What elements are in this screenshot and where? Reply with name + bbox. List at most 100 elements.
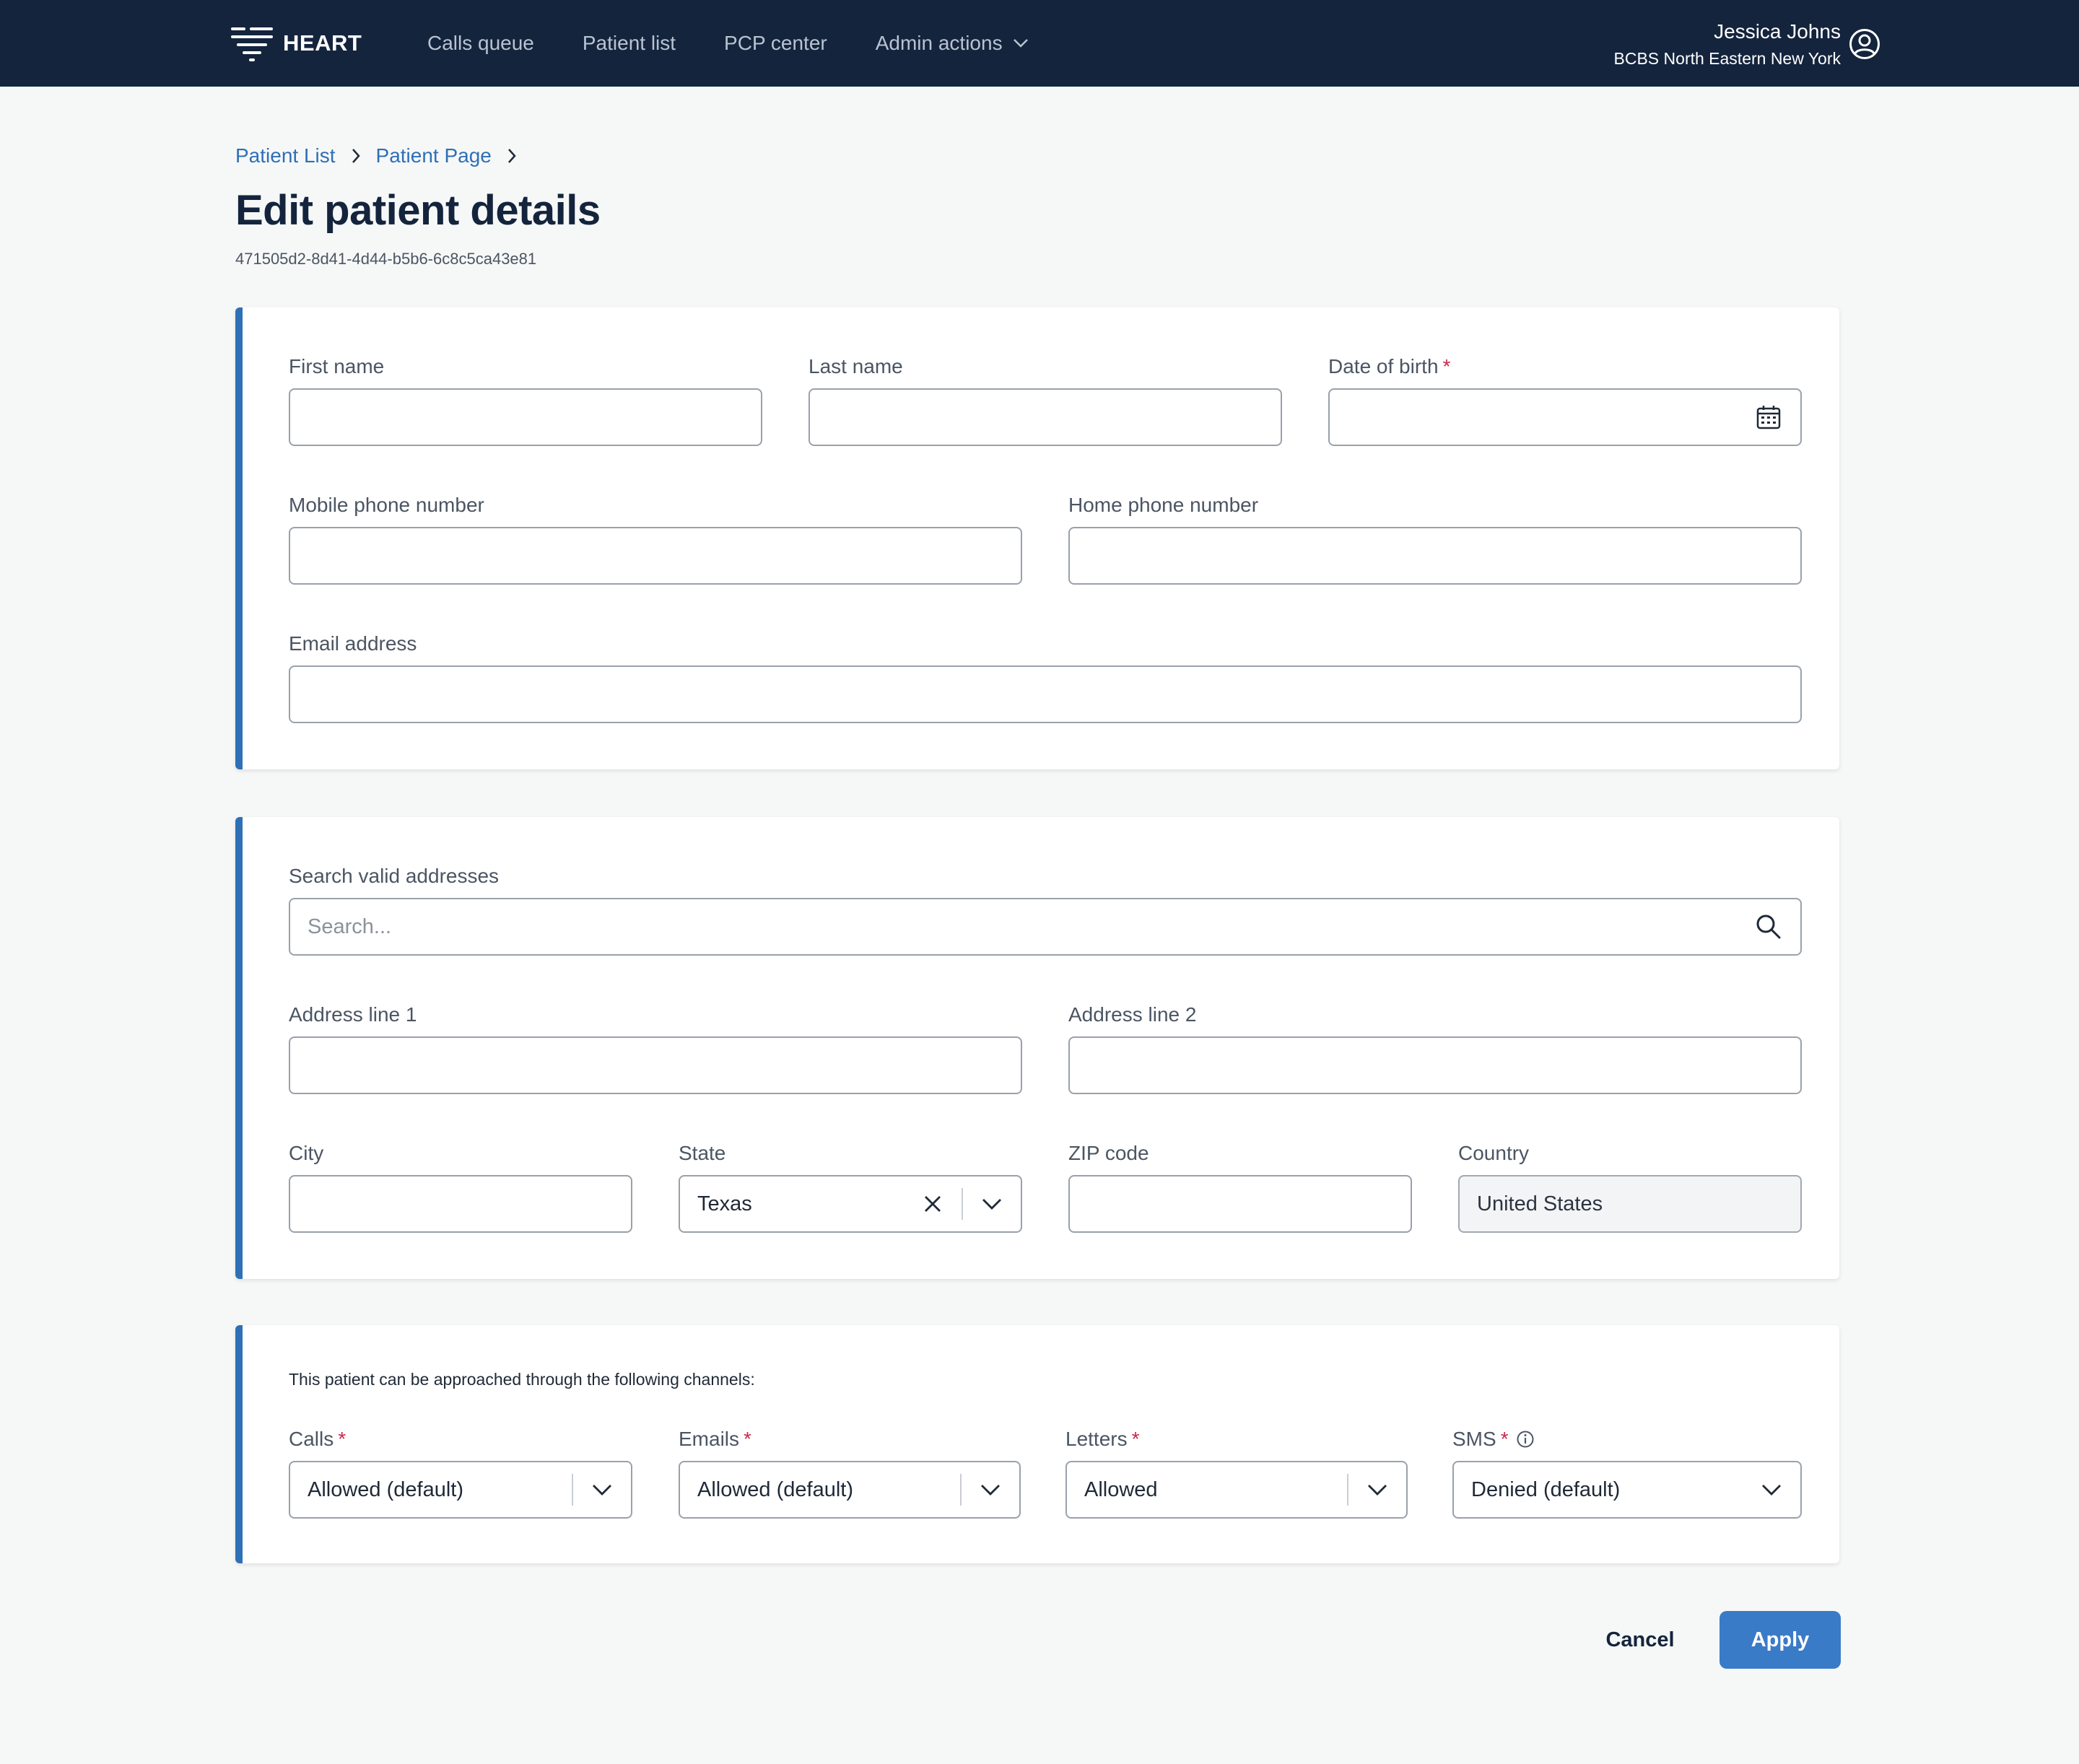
label-text: Emails xyxy=(679,1428,740,1450)
user-account-icon[interactable] xyxy=(1848,27,1881,61)
address-line2-label: Address line 2 xyxy=(1068,1003,1196,1026)
info-icon[interactable] xyxy=(1516,1430,1535,1449)
label-text: Email address xyxy=(289,632,417,655)
nav-label: PCP center xyxy=(724,32,827,54)
address-search-input[interactable] xyxy=(289,898,1802,956)
chevron-down-icon xyxy=(982,1199,1001,1210)
label-text: ZIP code xyxy=(1068,1142,1149,1164)
home-phone-label: Home phone number xyxy=(1068,494,1258,517)
user-info: Jessica Johns BCBS North Eastern New Yor… xyxy=(1614,19,1841,69)
nav-label: Calls queue xyxy=(427,32,534,54)
required-asterisk: * xyxy=(744,1428,751,1450)
date-of-birth-input[interactable] xyxy=(1328,388,1802,446)
label-text: Date of birth xyxy=(1328,355,1439,377)
mobile-phone-label: Mobile phone number xyxy=(289,494,484,517)
nav-label: Admin actions xyxy=(875,32,1003,54)
label-text: Calls xyxy=(289,1428,334,1450)
search-address-label: Search valid addresses xyxy=(289,865,499,888)
calendar-icon[interactable] xyxy=(1754,403,1783,432)
label-text: Letters xyxy=(1065,1428,1128,1450)
sms-value: Denied (default) xyxy=(1471,1477,1621,1501)
required-asterisk: * xyxy=(1500,1428,1509,1450)
breadcrumb-patient-page[interactable]: Patient Page xyxy=(376,144,492,167)
state-value: Texas xyxy=(697,1192,752,1215)
cancel-button[interactable]: Cancel xyxy=(1585,1611,1695,1669)
sms-dropdown-toggle[interactable] xyxy=(1743,1461,1800,1519)
label-text: State xyxy=(679,1142,726,1164)
email-label: Email address xyxy=(289,632,417,655)
calls-select[interactable]: Allowed (default) xyxy=(289,1461,632,1519)
label-text: Address line 2 xyxy=(1068,1003,1197,1026)
channels-description: This patient can be approached through t… xyxy=(289,1370,755,1389)
zip-input[interactable] xyxy=(1068,1175,1412,1233)
required-asterisk: * xyxy=(1442,355,1451,377)
chevron-down-icon xyxy=(1368,1485,1387,1496)
sms-label: SMS * xyxy=(1452,1428,1535,1451)
page-title: Edit patient details xyxy=(235,187,601,234)
chevron-down-icon xyxy=(981,1485,1000,1496)
emails-dropdown-toggle[interactable] xyxy=(962,1461,1019,1519)
user-organization: BCBS North Eastern New York xyxy=(1613,49,1841,68)
breadcrumb-patient-list[interactable]: Patient List xyxy=(235,144,336,167)
address-line1-label: Address line 1 xyxy=(289,1003,417,1026)
first-name-label: First name xyxy=(289,355,384,378)
nav-label: Patient list xyxy=(582,32,676,54)
letters-dropdown-toggle[interactable] xyxy=(1348,1461,1406,1519)
address-card: Search valid addresses Address line 1 Ad… xyxy=(235,817,1839,1279)
letters-value: Allowed xyxy=(1084,1477,1158,1501)
city-label: City xyxy=(289,1142,323,1165)
state-label: State xyxy=(679,1142,725,1165)
chevron-down-icon xyxy=(1013,39,1028,48)
sms-select[interactable]: Denied (default) xyxy=(1452,1461,1802,1519)
nav-item-calls-queue[interactable]: Calls queue xyxy=(427,32,534,55)
heart-logo-icon xyxy=(231,27,273,61)
required-asterisk: * xyxy=(338,1428,346,1450)
search-icon[interactable] xyxy=(1754,912,1783,941)
label-text: First name xyxy=(289,355,385,377)
email-input[interactable] xyxy=(289,665,1802,723)
last-name-input[interactable] xyxy=(808,388,1282,446)
address-line1-input[interactable] xyxy=(289,1036,1022,1094)
app-name: HEART xyxy=(283,30,362,56)
chevron-down-icon xyxy=(1762,1485,1781,1496)
close-icon xyxy=(925,1196,941,1212)
top-navigation-bar: HEART Calls queue Patient list PCP cente… xyxy=(0,0,2079,87)
nav-item-pcp-center[interactable]: PCP center xyxy=(724,32,827,55)
patient-id: 471505d2-8d41-4d44-b5b6-6c8c5ca43e81 xyxy=(235,250,537,268)
state-select[interactable]: Texas xyxy=(679,1175,1022,1233)
calls-value: Allowed (default) xyxy=(308,1477,463,1501)
label-text: City xyxy=(289,1142,324,1164)
nav-item-patient-list[interactable]: Patient list xyxy=(583,32,676,55)
breadcrumb: Patient List Patient Page xyxy=(235,144,532,167)
chevron-right-icon xyxy=(507,149,516,163)
label-text: SMS xyxy=(1452,1428,1496,1450)
user-name: Jessica Johns xyxy=(1714,20,1841,43)
emails-value: Allowed (default) xyxy=(697,1477,853,1501)
zip-label: ZIP code xyxy=(1068,1142,1149,1165)
emails-select[interactable]: Allowed (default) xyxy=(679,1461,1021,1519)
label-text: Last name xyxy=(808,355,903,377)
clear-state-button[interactable] xyxy=(915,1175,950,1233)
city-input[interactable] xyxy=(289,1175,632,1233)
first-name-input[interactable] xyxy=(289,388,762,446)
main-nav: Calls queue Patient list PCP center Admi… xyxy=(427,0,1077,87)
address-line2-input[interactable] xyxy=(1068,1036,1802,1094)
last-name-label: Last name xyxy=(808,355,903,378)
country-label: Country xyxy=(1458,1142,1529,1165)
emails-label: Emails * xyxy=(679,1428,751,1451)
label-text: Mobile phone number xyxy=(289,494,484,516)
mobile-phone-input[interactable] xyxy=(289,527,1022,585)
required-asterisk: * xyxy=(1131,1428,1140,1450)
calls-dropdown-toggle[interactable] xyxy=(573,1461,631,1519)
home-phone-input[interactable] xyxy=(1068,527,1802,585)
personal-details-card: First name Last name Date of birth * Mobi… xyxy=(235,307,1839,769)
label-text: Country xyxy=(1458,1142,1530,1164)
calls-label: Calls * xyxy=(289,1428,346,1451)
state-dropdown-toggle[interactable] xyxy=(963,1175,1021,1233)
app-logo[interactable]: HEART xyxy=(230,22,362,65)
letters-select[interactable]: Allowed xyxy=(1065,1461,1408,1519)
label-text: Address line 1 xyxy=(289,1003,417,1026)
nav-item-admin-actions[interactable]: Admin actions xyxy=(876,32,1029,55)
apply-button[interactable]: Apply xyxy=(1720,1611,1841,1669)
chevron-down-icon xyxy=(593,1485,611,1496)
